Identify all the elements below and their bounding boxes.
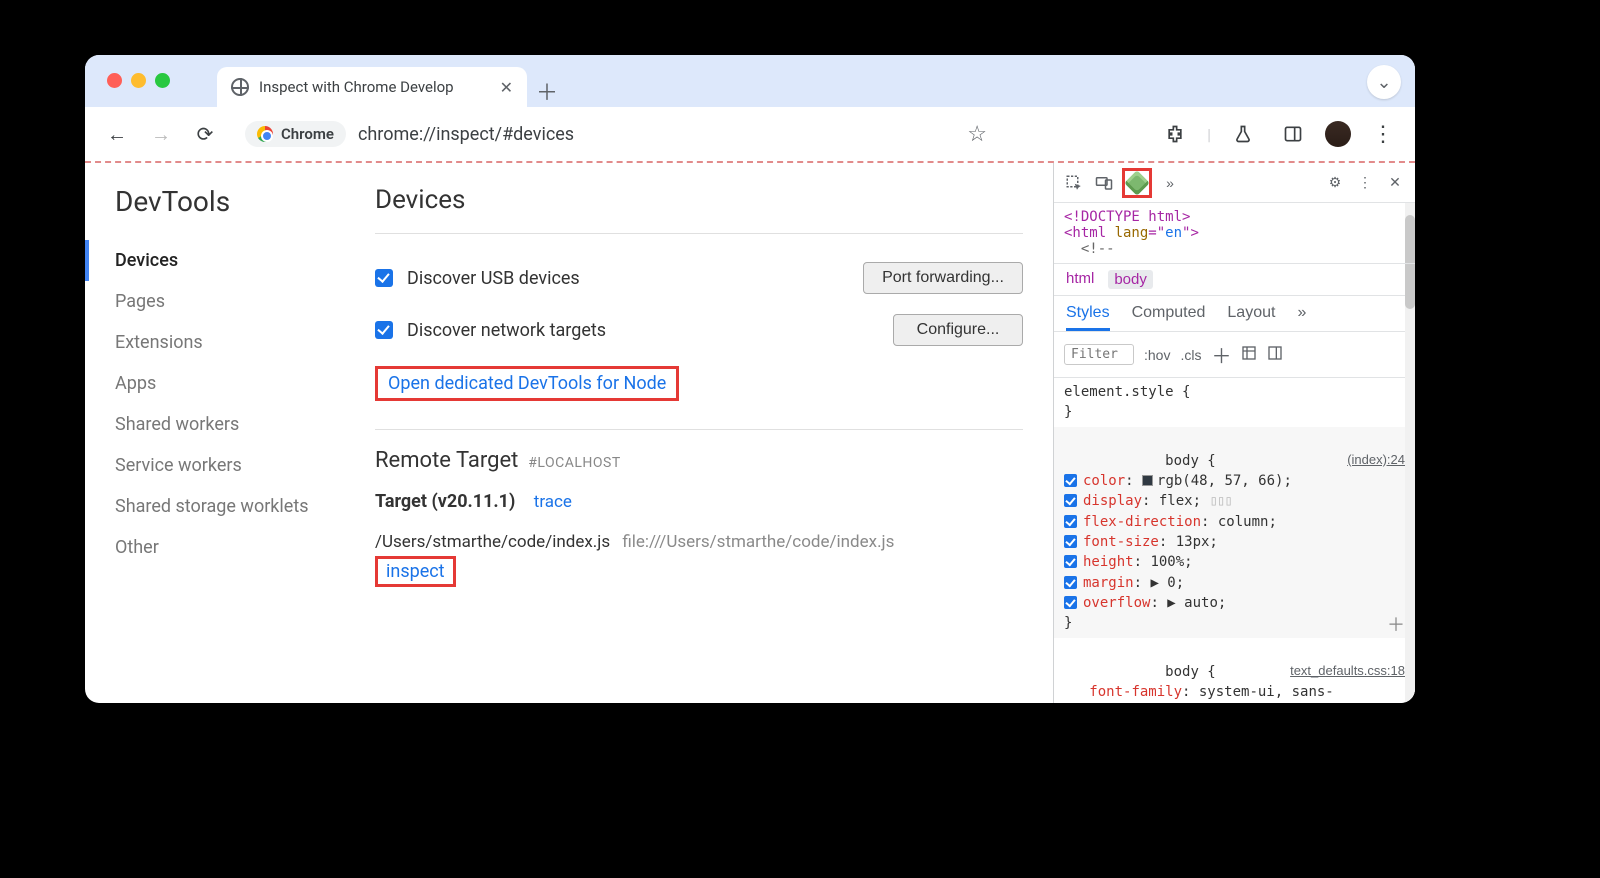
chrome-logo-icon bbox=[257, 126, 273, 142]
sidebar-item-devices[interactable]: Devices bbox=[85, 240, 345, 281]
profile-avatar[interactable] bbox=[1325, 121, 1351, 147]
new-rule-icon[interactable]: ＋ bbox=[1211, 340, 1231, 369]
rule-body-2[interactable]: text_defaults.css:18body { font-family: … bbox=[1054, 638, 1415, 703]
tab-styles[interactable]: Styles bbox=[1066, 304, 1110, 331]
crumb-html[interactable]: html bbox=[1066, 270, 1094, 289]
browser-window: Inspect with Chrome Develop ✕ ＋ ⌄ ← → ⟳ … bbox=[85, 55, 1415, 703]
settings-gear-icon[interactable]: ⚙ bbox=[1323, 171, 1347, 195]
remote-target-heading: Remote Target bbox=[375, 448, 518, 473]
sidebar-item-service-workers[interactable]: Service workers bbox=[115, 445, 345, 486]
sidebar-item-extensions[interactable]: Extensions bbox=[115, 322, 345, 363]
devtools-toolbar: » ⚙ ⋮ ✕ bbox=[1054, 163, 1415, 203]
sidebar-item-shared-storage-worklets[interactable]: Shared storage worklets bbox=[115, 486, 345, 527]
inspect-page: DevTools Devices Pages Extensions Apps S… bbox=[85, 163, 1053, 703]
window-controls bbox=[107, 73, 170, 88]
target-version: (v20.11.1) bbox=[431, 491, 515, 512]
close-devtools-icon[interactable]: ✕ bbox=[1383, 171, 1407, 195]
maximize-window-icon[interactable] bbox=[155, 73, 170, 88]
sidebar-item-other[interactable]: Other bbox=[115, 527, 345, 568]
globe-icon bbox=[231, 78, 249, 96]
port-forwarding-button[interactable]: Port forwarding... bbox=[863, 262, 1023, 294]
highlight-node-icon bbox=[1122, 168, 1152, 198]
url-text: chrome://inspect/#devices bbox=[358, 124, 574, 145]
tab-overflow-button[interactable]: ⌄ bbox=[1367, 65, 1401, 99]
styles-tabstrip: Styles Computed Layout » bbox=[1054, 296, 1415, 332]
network-checkbox[interactable] bbox=[375, 321, 393, 339]
site-origin-label: Chrome bbox=[281, 125, 334, 143]
bookmark-star-icon[interactable]: ☆ bbox=[967, 122, 987, 147]
hov-toggle[interactable]: :hov bbox=[1144, 347, 1170, 363]
computed-styles-icon[interactable] bbox=[1241, 345, 1257, 364]
rule-body2-source[interactable]: text_defaults.css:18 bbox=[1290, 662, 1405, 681]
add-property-icon[interactable]: ＋ bbox=[1387, 613, 1405, 639]
back-button[interactable]: ← bbox=[99, 116, 135, 152]
browser-menu-button[interactable]: ⋮ bbox=[1365, 116, 1401, 152]
crumb-body[interactable]: body bbox=[1108, 270, 1153, 289]
rule-body-source[interactable]: (index):24 bbox=[1347, 451, 1405, 470]
close-window-icon[interactable] bbox=[107, 73, 122, 88]
styles-filter-input[interactable] bbox=[1064, 344, 1134, 365]
rule-element-style[interactable]: element.style { } bbox=[1054, 378, 1415, 427]
labs-icon[interactable] bbox=[1225, 116, 1261, 152]
configure-button[interactable]: Configure... bbox=[893, 314, 1023, 346]
tabs-overflow-icon[interactable]: » bbox=[1158, 171, 1182, 195]
remote-target-tag: #LOCALHOST bbox=[528, 455, 620, 471]
side-panel-icon[interactable] bbox=[1275, 116, 1311, 152]
trace-link[interactable]: trace bbox=[534, 492, 572, 512]
extensions-icon[interactable] bbox=[1157, 116, 1193, 152]
devtools-menu-icon[interactable]: ⋮ bbox=[1353, 171, 1377, 195]
sidebar-item-pages[interactable]: Pages bbox=[115, 281, 345, 322]
sidebar-title: DevTools bbox=[115, 185, 345, 218]
target-file-url: file:///Users/stmarthe/code/index.js bbox=[622, 532, 894, 552]
device-toolbar-icon[interactable] bbox=[1092, 171, 1116, 195]
styles-tabs-overflow-icon[interactable]: » bbox=[1297, 304, 1306, 331]
devices-heading: Devices bbox=[375, 185, 1023, 215]
open-node-devtools-link[interactable]: Open dedicated DevTools for Node bbox=[388, 373, 666, 394]
browser-tab[interactable]: Inspect with Chrome Develop ✕ bbox=[217, 67, 527, 107]
nodejs-icon[interactable] bbox=[1124, 170, 1149, 195]
inspect-main: Devices Discover USB devices Port forwar… bbox=[375, 185, 1023, 681]
styles-toolbar: :hov .cls ＋ bbox=[1054, 332, 1415, 378]
tab-strip: Inspect with Chrome Develop ✕ ＋ ⌄ bbox=[85, 55, 1415, 107]
sidebar-item-shared-workers[interactable]: Shared workers bbox=[115, 404, 345, 445]
new-tab-button[interactable]: ＋ bbox=[527, 75, 567, 107]
sidebar-item-apps[interactable]: Apps bbox=[115, 363, 345, 404]
sidebar-toggle-icon[interactable] bbox=[1267, 345, 1283, 364]
target-label: Target bbox=[375, 491, 427, 512]
inspect-link[interactable]: inspect bbox=[386, 561, 445, 582]
usb-label: Discover USB devices bbox=[407, 268, 580, 289]
close-tab-icon[interactable]: ✕ bbox=[500, 78, 513, 97]
reload-button[interactable]: ⟳ bbox=[187, 116, 223, 152]
elements-breadcrumb[interactable]: html body bbox=[1054, 264, 1415, 296]
tab-layout[interactable]: Layout bbox=[1227, 304, 1275, 331]
network-label: Discover network targets bbox=[407, 320, 606, 341]
inspect-element-icon[interactable] bbox=[1062, 171, 1086, 195]
devtools-scrollbar[interactable] bbox=[1405, 203, 1415, 703]
site-identity-pill: Chrome bbox=[245, 121, 346, 147]
usb-checkbox[interactable] bbox=[375, 269, 393, 287]
highlight-node-link: Open dedicated DevTools for Node bbox=[375, 366, 679, 401]
minimize-window-icon[interactable] bbox=[131, 73, 146, 88]
browser-toolbar: ← → ⟳ Chrome chrome://inspect/#devices ☆… bbox=[85, 107, 1415, 163]
inspect-sidebar: DevTools Devices Pages Extensions Apps S… bbox=[115, 185, 345, 681]
rule-body[interactable]: (index):24body { color: rgb(48, 57, 66);… bbox=[1054, 427, 1415, 638]
address-bar[interactable]: Chrome chrome://inspect/#devices ☆ bbox=[231, 114, 1001, 154]
tab-title: Inspect with Chrome Develop bbox=[259, 78, 454, 96]
elements-tree[interactable]: <!DOCTYPE html> <html lang="en"> <!-- bbox=[1054, 203, 1415, 264]
tab-computed[interactable]: Computed bbox=[1132, 304, 1206, 331]
devtools-panel: » ⚙ ⋮ ✕ <!DOCTYPE html> <html lang="en">… bbox=[1053, 163, 1415, 703]
cls-toggle[interactable]: .cls bbox=[1180, 347, 1201, 363]
target-path: /Users/stmarthe/code/index.js bbox=[375, 532, 610, 552]
forward-button[interactable]: → bbox=[143, 116, 179, 152]
content-area: DevTools Devices Pages Extensions Apps S… bbox=[85, 163, 1415, 703]
highlight-inspect-link: inspect bbox=[375, 556, 456, 587]
